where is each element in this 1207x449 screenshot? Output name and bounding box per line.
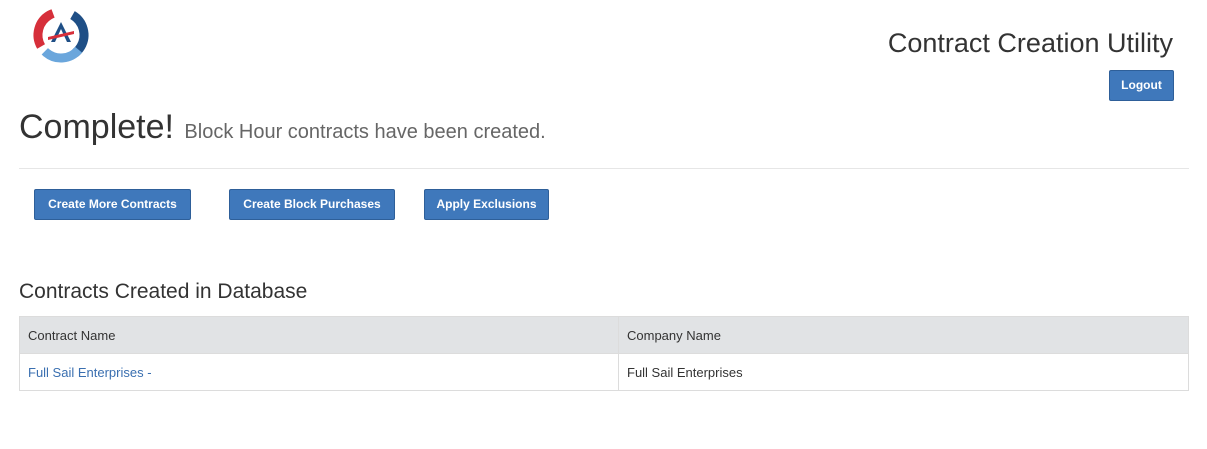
logout-button[interactable]: Logout bbox=[1109, 70, 1174, 101]
contracts-table: Contract Name Company Name Full Sail Ent… bbox=[19, 316, 1189, 391]
contract-name-link[interactable]: Full Sail Enterprises - bbox=[28, 365, 152, 380]
section-title: Contracts Created in Database bbox=[19, 280, 308, 303]
column-header-contract-name: Contract Name bbox=[19, 316, 619, 354]
company-name-cell: Full Sail Enterprises bbox=[618, 353, 1189, 391]
contract-name-cell: Full Sail Enterprises - bbox=[19, 353, 619, 391]
column-header-company-name: Company Name bbox=[618, 316, 1189, 354]
divider bbox=[19, 168, 1189, 169]
status-headline: Complete! bbox=[19, 108, 174, 146]
table-header-row: Contract Name Company Name bbox=[19, 316, 1189, 354]
status-message: Block Hour contracts have been created. bbox=[184, 121, 546, 143]
create-more-contracts-button[interactable]: Create More Contracts bbox=[34, 189, 191, 220]
app-title: Contract Creation Utility bbox=[887, 28, 1173, 58]
create-block-purchases-button[interactable]: Create Block Purchases bbox=[229, 189, 395, 220]
table-row: Full Sail Enterprises - Full Sail Enterp… bbox=[19, 353, 1189, 391]
apply-exclusions-button[interactable]: Apply Exclusions bbox=[424, 189, 549, 220]
company-logo bbox=[33, 7, 89, 63]
page-heading: Complete! Block Hour contracts have been… bbox=[19, 108, 546, 147]
